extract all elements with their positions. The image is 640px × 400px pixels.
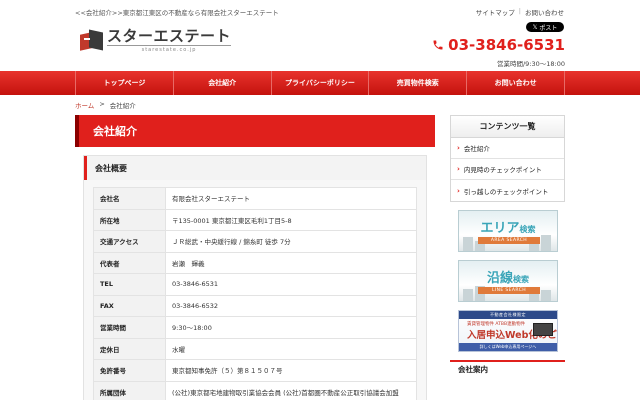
promo-header: 不動産会社様限定 <box>459 311 557 319</box>
table-row: FAX 03-3846-6532 <box>93 294 417 317</box>
company-info-table: 会社名 有限会社スターエステート 所在地 〒135-0001 東京都江東区毛利1丁目… <box>93 187 417 400</box>
row-label: 定休日 <box>93 337 166 360</box>
table-row: 交通アクセス ＪＲ総武・中央緩行線 / 錦糸町 徒歩 7分 <box>93 230 417 253</box>
breadcrumb-separator: > <box>99 100 105 108</box>
row-value: 03-3846-6532 <box>165 294 417 317</box>
row-label: 営業時間 <box>93 316 166 339</box>
line-search-en: LINE SEARCH <box>478 287 540 294</box>
sidebar-item-label: 会社紹介 <box>463 145 490 153</box>
phone-icon <box>433 40 443 50</box>
row-value: 水曜 <box>165 337 417 360</box>
table-row: 免許番号 東京都知事免許（５）第８１５０７号 <box>93 359 417 382</box>
logo-name: スターエステート <box>107 27 232 45</box>
row-label: 代表者 <box>93 251 166 274</box>
row-value: (公社)東京都宅地建物取引業協会会員 (公社)首都圏不動産公正取引協議会加盟 <box>165 380 417 400</box>
section-title: 会社概要 <box>84 156 426 180</box>
sidebar-title: コンテンツ一覧 <box>450 115 565 138</box>
nav-contact[interactable]: お問い合わせ <box>467 71 565 95</box>
promo-footer: 詳しくはWeb申込専用ページへ <box>459 343 557 351</box>
nav-privacy[interactable]: プライバシーポリシー <box>272 71 370 95</box>
site-logo[interactable]: スターエステート starestate.co.jp <box>80 27 232 53</box>
table-row: 所属団体 (公社)東京都宅地建物取引業協会会員 (公社)首都圏不動産公正取引協議会… <box>93 380 417 400</box>
sidebar-item-label: 内見時のチェックポイント <box>463 166 542 174</box>
company-info-heading: 会社案内 <box>450 360 565 376</box>
sitemap-link[interactable]: サイトマップ <box>476 7 515 17</box>
row-label: 交通アクセス <box>93 230 166 253</box>
breadcrumb-home[interactable]: ホーム <box>75 100 94 110</box>
row-label: 免許番号 <box>93 359 166 382</box>
x-post-button[interactable]: 𝕏 ポスト <box>526 22 564 32</box>
phone-text: 03-3846-6531 <box>448 36 565 54</box>
phone-number[interactable]: 03-3846-6531 <box>432 36 565 54</box>
row-value: 9:30～18:00 <box>165 316 417 339</box>
table-row: 営業時間 9:30～18:00 <box>93 316 417 339</box>
web-application-promo-banner[interactable]: 不動産会社様限定 賃貸管理物件 ATBB連動物件 入居申込Web化のご案内 詳し… <box>458 310 558 352</box>
row-label: TEL <box>93 273 166 296</box>
row-value: 東京都知事免許（５）第８１５０７号 <box>165 359 417 382</box>
table-row: 代表者 岩瀬 輝義 <box>93 251 417 274</box>
nav-company[interactable]: 会社紹介 <box>174 71 272 95</box>
laptop-icon <box>533 323 553 336</box>
row-value: 03-3846-6531 <box>165 273 417 296</box>
sidebar-item-moving-checkpoints[interactable]: › 引っ越しのチェックポイント <box>451 180 564 201</box>
row-value: ＪＲ総武・中央緩行線 / 錦糸町 徒歩 7分 <box>165 230 417 253</box>
chevron-right-icon: › <box>457 165 460 173</box>
nav-property-search[interactable]: 売買物件検索 <box>369 71 468 95</box>
sidebar-item-company[interactable]: › 会社紹介 <box>451 138 564 159</box>
line-search-banner[interactable]: 沿線検索 LINE SEARCH <box>458 260 558 302</box>
area-search-title: エリア検索 <box>480 221 536 236</box>
sidebar-menu: › 会社紹介 › 内見時のチェックポイント › 引っ越しのチェックポイント <box>450 138 565 202</box>
row-label: 会社名 <box>93 187 166 210</box>
row-value: 〒135-0001 東京都江東区毛利1丁目5-8 <box>165 208 417 231</box>
table-row: 会社名 有限会社スターエステート <box>93 187 417 210</box>
x-logo-icon: 𝕏 <box>532 23 538 31</box>
area-search-banner[interactable]: エリア検索 AREA SEARCH <box>458 210 558 252</box>
site-tagline: <<会社紹介>>東京都江東区の不動産なら有限会社スターエステート <box>75 9 279 17</box>
chevron-right-icon: › <box>457 144 460 152</box>
row-value: 有限会社スターエステート <box>165 187 417 210</box>
table-row: TEL 03-3846-6531 <box>93 273 417 296</box>
main-content: 会社紹介 会社概要 会社名 有限会社スターエステート 所在地 〒135-0001 東… <box>75 115 435 400</box>
company-overview-section: 会社概要 会社名 有限会社スターエステート 所在地 〒135-0001 東京都江東区… <box>83 155 427 400</box>
row-label: FAX <box>93 294 166 317</box>
nav-top[interactable]: トップページ <box>76 71 174 95</box>
row-label: 所属団体 <box>93 380 166 400</box>
row-value: 岩瀬 輝義 <box>165 251 417 274</box>
sidebar-item-viewing-checkpoints[interactable]: › 内見時のチェックポイント <box>451 159 564 180</box>
business-hours: 営業時間/9:30～18:00 <box>496 60 565 68</box>
sidebar: コンテンツ一覧 › 会社紹介 › 内見時のチェックポイント › 引っ越しのチェッ… <box>450 115 565 376</box>
breadcrumb: ホーム > 会社紹介 <box>75 100 136 110</box>
line-search-title: 沿線検索 <box>486 271 529 286</box>
separator: | <box>518 7 521 15</box>
sidebar-item-label: 引っ越しのチェックポイント <box>463 187 549 196</box>
table-row: 定休日 水曜 <box>93 337 417 360</box>
post-label: ポスト <box>539 24 558 32</box>
chevron-right-icon: › <box>457 186 460 195</box>
breadcrumb-current: 会社紹介 <box>109 102 136 110</box>
utility-links: サイトマップ | お問い合わせ <box>476 7 564 17</box>
contact-link[interactable]: お問い合わせ <box>525 7 564 17</box>
table-row: 所在地 〒135-0001 東京都江東区毛利1丁目5-8 <box>93 208 417 231</box>
page-title: 会社紹介 <box>75 115 435 147</box>
logo-domain: starestate.co.jp <box>107 45 232 53</box>
area-search-en: AREA SEARCH <box>478 237 540 244</box>
row-label: 所在地 <box>93 208 166 231</box>
main-nav: トップページ 会社紹介 プライバシーポリシー 売買物件検索 お問い合わせ <box>0 71 640 95</box>
logo-mark-icon <box>80 29 104 53</box>
